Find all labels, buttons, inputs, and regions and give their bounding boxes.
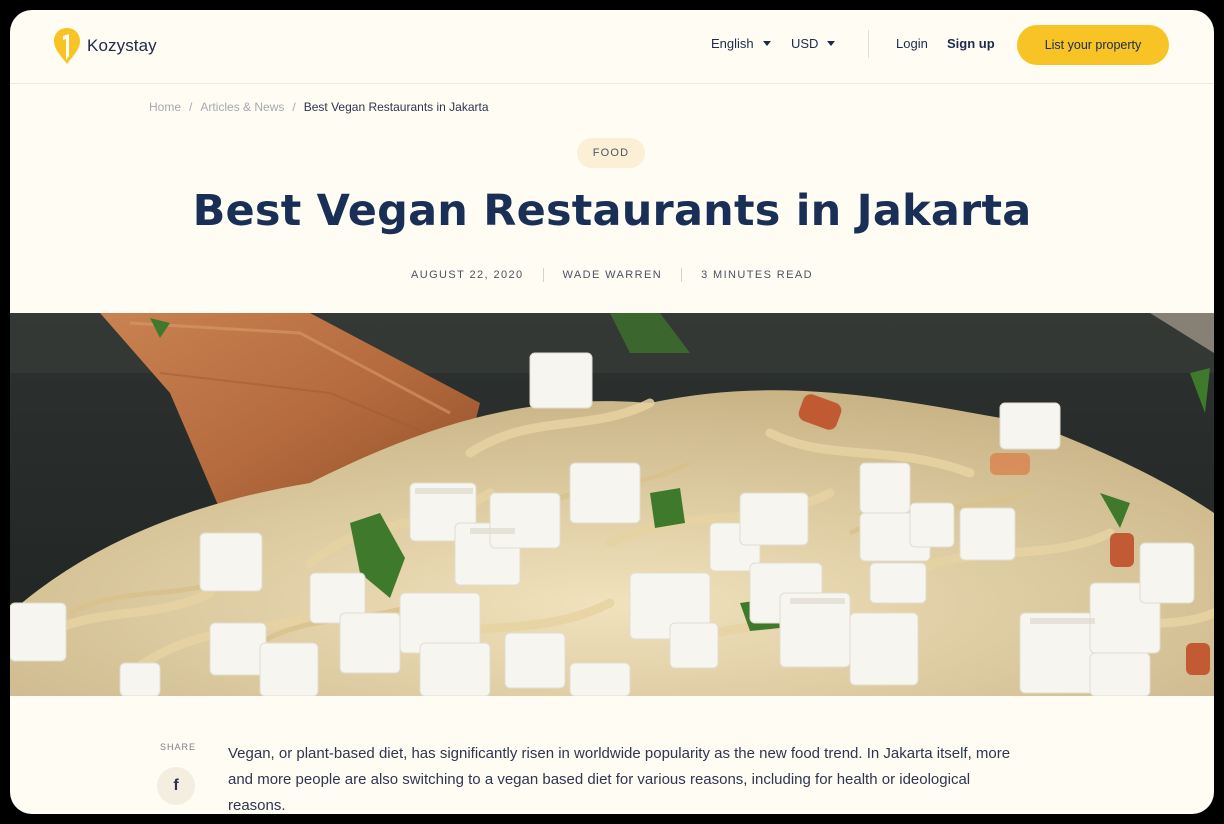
chevron-down-icon <box>762 41 771 46</box>
currency-selector[interactable]: USD <box>791 36 836 51</box>
brand-name: Kozystay <box>87 36 157 55</box>
breadcrumb-articles[interactable]: Articles & News <box>200 100 284 114</box>
article-author[interactable]: WADE WARREN <box>563 269 663 281</box>
signup-link[interactable]: Sign up <box>947 36 995 51</box>
language-label: English <box>711 36 754 51</box>
list-property-button[interactable]: List your property <box>1017 25 1169 65</box>
breadcrumb-current: Best Vegan Restaurants in Jakarta <box>303 100 489 114</box>
hero-image <box>10 313 1214 696</box>
facebook-icon: f <box>173 777 179 794</box>
article-date: AUGUST 22, 2020 <box>411 269 524 281</box>
header-divider <box>868 30 869 58</box>
article-read-time: 3 MINUTES READ <box>701 269 813 281</box>
meta-divider <box>681 268 683 282</box>
noodle-dish-photo <box>10 313 1214 696</box>
breadcrumb-separator: / <box>292 100 296 114</box>
site-header: Kozystay English USD Login Sign up List … <box>10 10 1214 84</box>
meta-divider <box>542 268 544 282</box>
article-meta: AUGUST 22, 2020 WADE WARREN 3 MINUTES RE… <box>10 268 1214 282</box>
login-link[interactable]: Login <box>896 36 928 51</box>
article-body: Vegan, or plant-based diet, has signific… <box>228 745 1011 814</box>
currency-label: USD <box>791 36 819 51</box>
language-selector[interactable]: English <box>711 36 771 51</box>
breadcrumb-home[interactable]: Home <box>149 100 181 114</box>
device-frame: Kozystay English USD Login Sign up List … <box>0 0 1224 824</box>
breadcrumb-separator: / <box>189 100 193 114</box>
share-label: SHARE <box>160 742 197 752</box>
facebook-share-button[interactable]: f <box>157 767 195 805</box>
chevron-down-icon <box>827 41 836 46</box>
category-tag[interactable]: FOOD <box>577 138 645 168</box>
brand-logo[interactable]: Kozystay <box>53 26 157 66</box>
breadcrumb: Home / Articles & News / Best Vegan Rest… <box>149 100 489 114</box>
article-title: Best Vegan Restaurants in Jakarta <box>192 186 1032 236</box>
browser-viewport: Kozystay English USD Login Sign up List … <box>10 10 1214 814</box>
kozystay-logo-icon <box>54 28 80 64</box>
